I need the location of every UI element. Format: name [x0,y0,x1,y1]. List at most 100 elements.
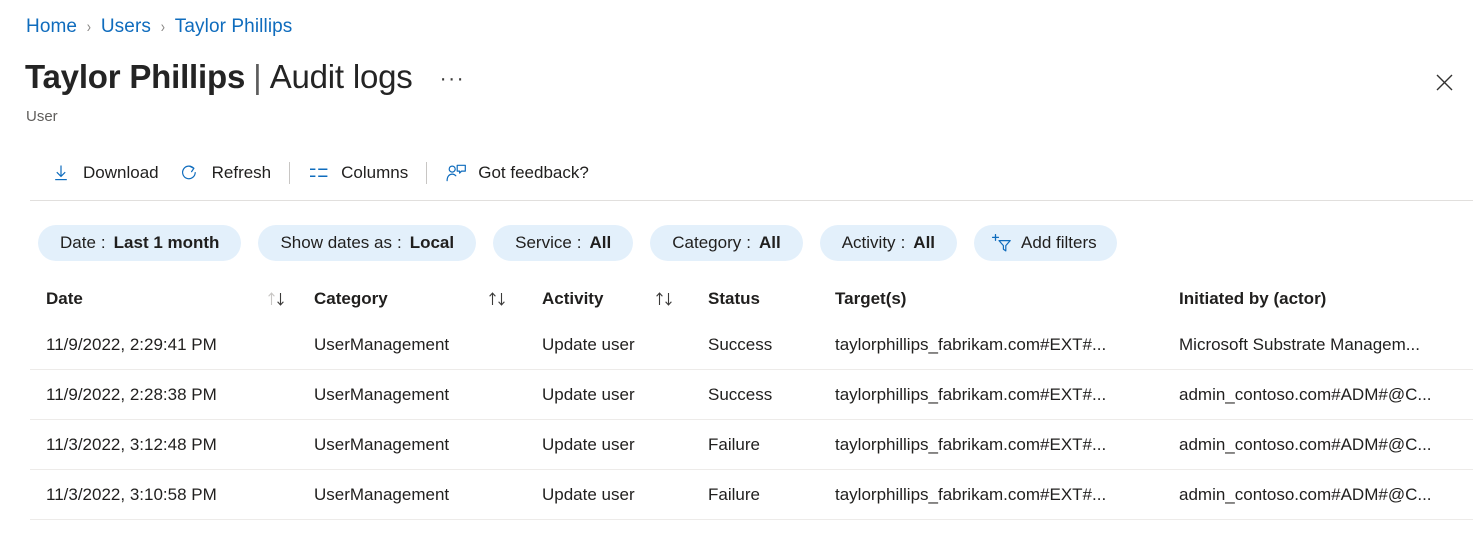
cell-initiated-by: Microsoft Substrate Managem... [1163,335,1463,355]
column-header-targets[interactable]: Target(s) [819,289,1163,309]
breadcrumb-separator-icon: › [87,15,91,39]
feedback-label: Got feedback? [478,162,589,184]
cell-target: taylorphillips_fabrikam.com#EXT#... [819,485,1163,505]
column-header-status[interactable]: Status [692,289,819,309]
columns-label: Columns [341,162,408,184]
filter-pill-colon: : [397,233,402,253]
filter-pill-activity[interactable]: Activity : All [820,225,957,261]
cell-activity: Update user [526,385,692,405]
cell-activity: Update user [526,485,692,505]
column-header-activity[interactable]: Activity [526,289,692,309]
cell-target: taylorphillips_fabrikam.com#EXT#... [819,385,1163,405]
filter-pill-category-value: All [759,233,781,253]
close-button[interactable] [1428,66,1460,98]
filter-pill-colon: : [101,233,106,253]
filter-pill-colon: : [901,233,906,253]
table-row[interactable]: 11/3/2022, 3:10:58 PM UserManagement Upd… [30,470,1473,520]
refresh-label: Refresh [212,162,272,184]
column-header-initiated-by[interactable]: Initiated by (actor) [1163,289,1463,309]
cell-date: 11/9/2022, 2:29:41 PM [30,335,298,355]
download-button[interactable]: Download [40,156,169,190]
column-header-category[interactable]: Category [298,289,526,309]
sort-icon[interactable] [487,289,511,309]
page-title-separator: | [253,56,262,98]
column-header-status-label: Status [708,289,760,309]
column-header-date[interactable]: Date [30,289,298,309]
column-header-initiated-by-label: Initiated by (actor) [1179,289,1326,309]
cell-category: UserManagement [298,485,526,505]
cell-status: Success [692,335,819,355]
table-row[interactable]: 11/3/2022, 3:12:48 PM UserManagement Upd… [30,420,1473,470]
download-label: Download [83,162,159,184]
table-row[interactable]: 11/9/2022, 2:28:38 PM UserManagement Upd… [30,370,1473,420]
columns-icon [308,162,330,184]
breadcrumb-item-taylor-phillips[interactable]: Taylor Phillips [175,15,293,39]
filter-pill-show-dates-as-value: Local [410,233,454,253]
columns-button[interactable]: Columns [298,156,418,190]
page-title-section: Audit logs [270,56,413,98]
breadcrumb-separator-icon: › [161,15,165,39]
refresh-icon [179,162,201,184]
cell-initiated-by: admin_contoso.com#ADM#@C... [1163,435,1463,455]
cell-initiated-by: admin_contoso.com#ADM#@C... [1163,485,1463,505]
filter-pill-category-key: Category [672,233,741,253]
filter-pill-service-key: Service [515,233,572,253]
table-header-row: Date Category Activity [30,278,1473,320]
audit-logs-page: Home › Users › Taylor Phillips Taylor Ph… [0,0,1473,543]
toolbar-divider [289,162,290,184]
close-icon [1436,74,1453,91]
table-row[interactable]: 11/9/2022, 2:29:41 PM UserManagement Upd… [30,320,1473,370]
filter-pill-service-value: All [590,233,612,253]
filter-pill-colon: : [746,233,751,253]
filter-pill-show-dates-as[interactable]: Show dates as : Local [258,225,476,261]
filter-pill-category[interactable]: Category : All [650,225,802,261]
page-subtitle: User [26,107,58,127]
sort-icon[interactable] [266,289,290,309]
cell-date: 11/9/2022, 2:28:38 PM [30,385,298,405]
breadcrumb-item-users[interactable]: Users [101,15,151,39]
feedback-person-icon [445,162,467,184]
cell-category: UserManagement [298,335,526,355]
column-header-targets-label: Target(s) [835,289,906,309]
filter-pill-activity-key: Activity [842,233,896,253]
audit-logs-table: Date Category Activity [30,278,1473,520]
filter-bar: Date : Last 1 month Show dates as : Loca… [38,225,1117,261]
toolbar-bottom-divider [30,200,1473,201]
breadcrumb: Home › Users › Taylor Phillips [26,15,292,39]
column-header-activity-label: Activity [542,289,603,309]
filter-pill-date-value: Last 1 month [114,233,220,253]
download-icon [50,162,72,184]
cell-category: UserManagement [298,385,526,405]
cell-initiated-by: admin_contoso.com#ADM#@C... [1163,385,1463,405]
cell-activity: Update user [526,335,692,355]
more-options-icon[interactable]: ··· [440,58,465,100]
feedback-button[interactable]: Got feedback? [435,156,599,190]
refresh-button[interactable]: Refresh [169,156,282,190]
cell-target: taylorphillips_fabrikam.com#EXT#... [819,435,1163,455]
add-filters-button[interactable]: Add filters [974,225,1117,261]
column-header-category-label: Category [314,289,388,309]
cell-category: UserManagement [298,435,526,455]
cell-status: Success [692,385,819,405]
toolbar-divider [426,162,427,184]
filter-pill-colon: : [577,233,582,253]
cell-activity: Update user [526,435,692,455]
cell-date: 11/3/2022, 3:12:48 PM [30,435,298,455]
add-filters-label: Add filters [1021,233,1097,253]
filter-pill-activity-value: All [913,233,935,253]
page-title-user: Taylor Phillips [25,56,245,98]
filter-pill-date[interactable]: Date : Last 1 month [38,225,241,261]
filter-pill-show-dates-as-key: Show dates as [280,233,392,253]
page-title: Taylor Phillips | Audit logs ··· [25,56,465,98]
column-header-date-label: Date [46,289,83,309]
breadcrumb-item-home[interactable]: Home [26,15,77,39]
cell-status: Failure [692,485,819,505]
cell-status: Failure [692,435,819,455]
cell-target: taylorphillips_fabrikam.com#EXT#... [819,335,1163,355]
add-filter-icon [990,232,1012,254]
filter-pill-date-key: Date [60,233,96,253]
sort-icon[interactable] [654,289,678,309]
cell-date: 11/3/2022, 3:10:58 PM [30,485,298,505]
filter-pill-service[interactable]: Service : All [493,225,633,261]
command-bar: Download Refresh Columns [40,156,599,190]
